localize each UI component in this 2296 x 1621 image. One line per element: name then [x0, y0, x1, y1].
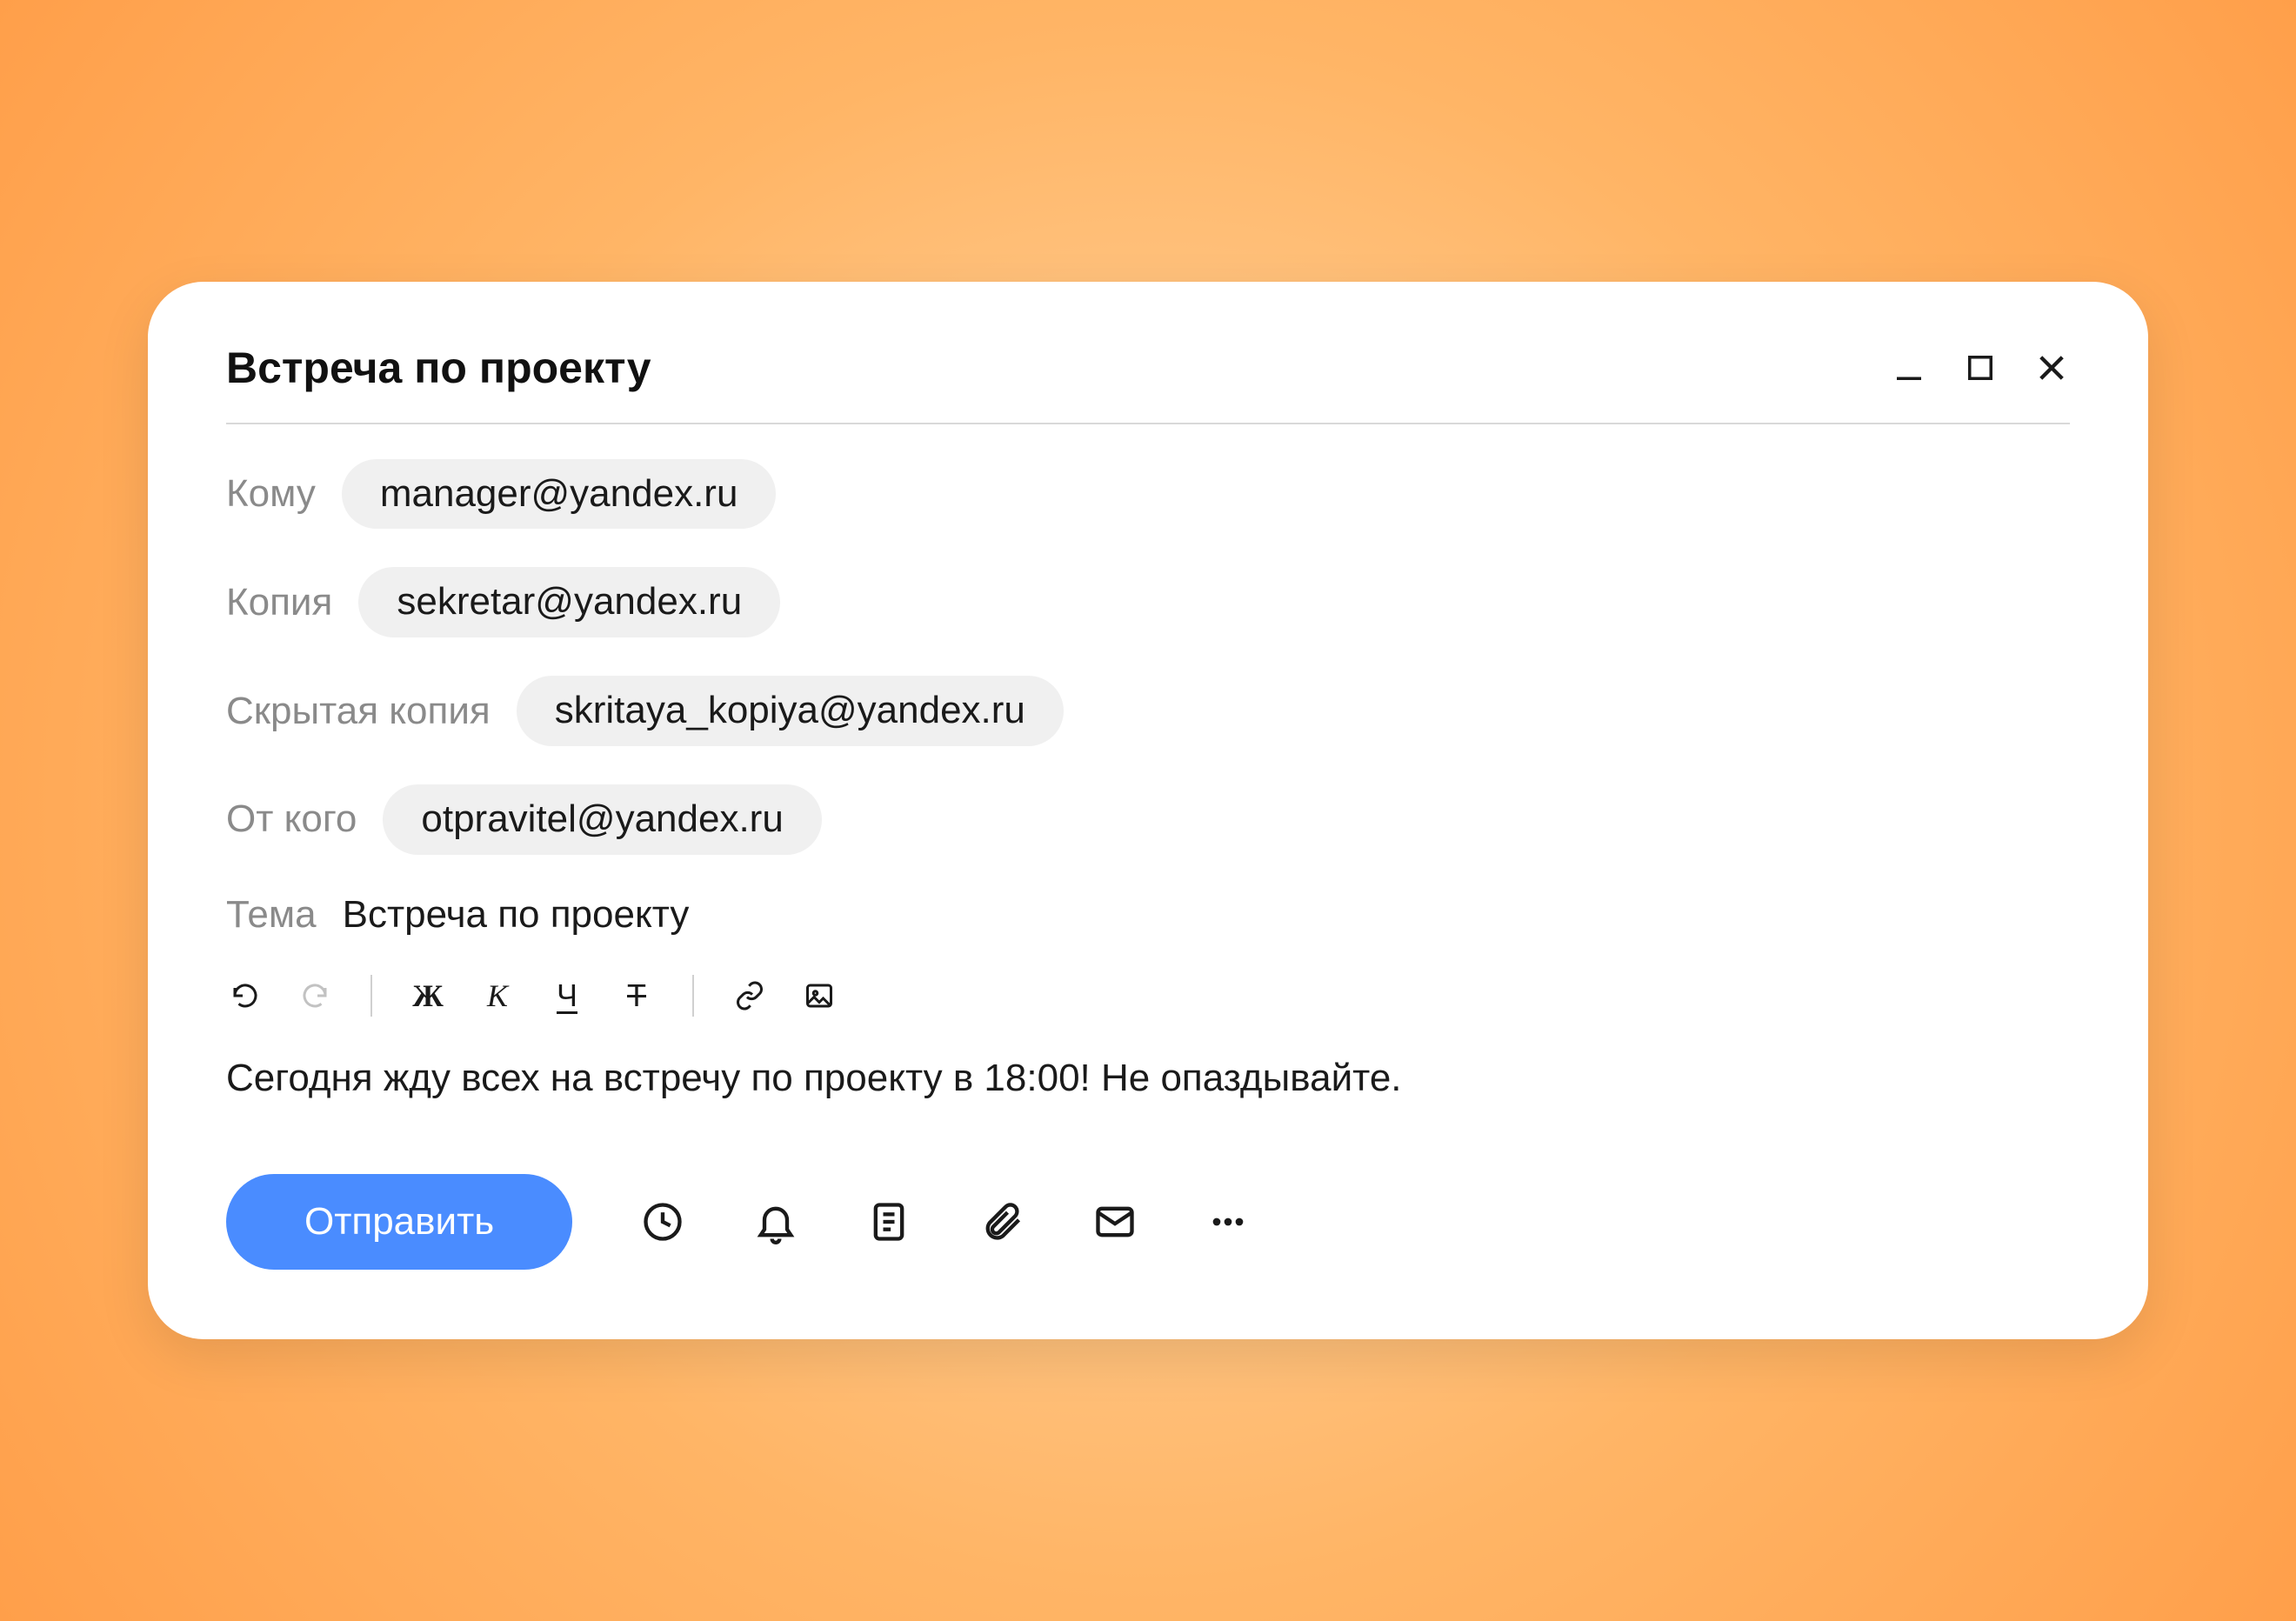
format-toolbar: Ж К Ч Т	[226, 975, 2070, 1017]
from-field[interactable]: От кого otpravitel@yandex.ru	[226, 784, 2070, 855]
subject-value[interactable]: Встреча по проекту	[343, 893, 690, 937]
cc-field[interactable]: Копия sekretar@yandex.ru	[226, 567, 2070, 637]
image-icon[interactable]	[800, 977, 838, 1015]
italic-button[interactable]: К	[478, 977, 517, 1015]
redo-icon[interactable]	[296, 977, 334, 1015]
to-field[interactable]: Кому manager@yandex.ru	[226, 459, 2070, 530]
strikethrough-button[interactable]: Т	[617, 977, 656, 1015]
toolbar-separator	[692, 975, 694, 1017]
template-icon[interactable]	[866, 1199, 911, 1244]
titlebar: Встреча по проекту	[226, 343, 2070, 424]
cc-label: Копия	[226, 581, 332, 624]
bcc-chip[interactable]: skritaya_kopiya@yandex.ru	[517, 676, 1064, 746]
mail-icon[interactable]	[1092, 1199, 1138, 1244]
toolbar-separator	[370, 975, 372, 1017]
to-chip[interactable]: manager@yandex.ru	[342, 459, 777, 530]
underline-button[interactable]: Ч	[548, 977, 586, 1015]
attach-icon[interactable]	[979, 1199, 1025, 1244]
compose-footer: Отправить	[226, 1174, 2070, 1270]
from-label: От кого	[226, 797, 357, 841]
from-chip[interactable]: otpravitel@yandex.ru	[383, 784, 821, 855]
undo-icon[interactable]	[226, 977, 264, 1015]
maximize-icon[interactable]	[1962, 350, 1999, 386]
minimize-icon[interactable]	[1891, 350, 1927, 386]
window-controls	[1891, 350, 2070, 386]
compose-window: Встреча по проекту Кому manager@yandex.r…	[148, 282, 2148, 1340]
schedule-icon[interactable]	[640, 1199, 685, 1244]
close-icon[interactable]	[2033, 350, 2070, 386]
bcc-field[interactable]: Скрытая копия skritaya_kopiya@yandex.ru	[226, 676, 2070, 746]
subject-field[interactable]: Тема Встреча по проекту	[226, 893, 2070, 937]
cc-chip[interactable]: sekretar@yandex.ru	[358, 567, 780, 637]
more-icon[interactable]	[1205, 1199, 1251, 1244]
message-body[interactable]: Сегодня жду всех на встречу по проекту в…	[226, 1051, 2070, 1105]
subject-label: Тема	[226, 893, 317, 937]
send-button[interactable]: Отправить	[226, 1174, 572, 1270]
reminder-icon[interactable]	[753, 1199, 798, 1244]
window-title: Встреча по проекту	[226, 343, 651, 393]
bcc-label: Скрытая копия	[226, 690, 491, 733]
link-icon[interactable]	[731, 977, 769, 1015]
bold-button[interactable]: Ж	[409, 977, 447, 1015]
to-label: Кому	[226, 472, 316, 516]
